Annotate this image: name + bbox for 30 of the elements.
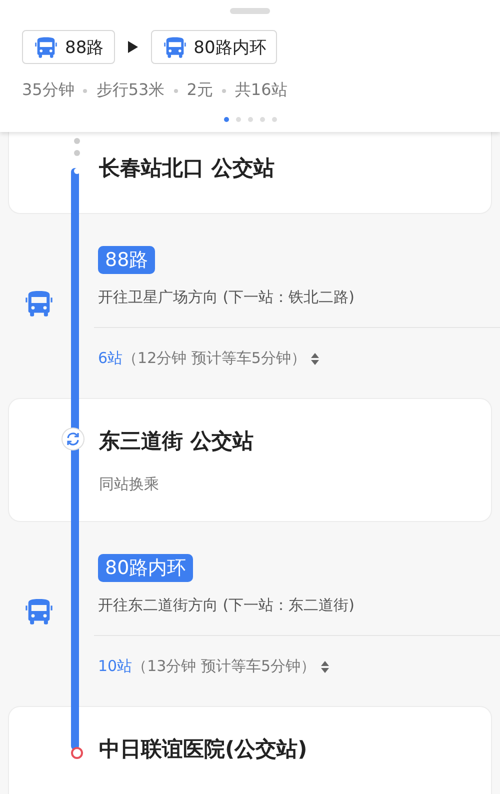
transfer-note: 同站换乘 [99,475,160,494]
page-dot[interactable] [224,117,228,122]
drag-handle[interactable] [230,8,270,14]
direction-text: 开往卫星广场方向 (下一站：铁北二路) [98,288,356,307]
route-stat: 35分钟 [22,80,74,101]
line-badge: 88路 [98,246,156,274]
start-marker [74,168,80,174]
page-dot[interactable] [272,117,276,122]
stop-name: 东三道街 公交站 [99,428,254,455]
direction-text: 开往东二道街方向 (下一站：东二道街) [98,596,356,615]
page-dot[interactable] [236,117,240,122]
end-marker [71,747,83,759]
line-chip[interactable]: 88路 [22,30,115,64]
route-stat: 2元 [186,80,213,101]
stop-count: 6站 [98,349,123,368]
line-chip[interactable]: 80路内环 [150,30,278,64]
route-stat: 步行53米 [96,80,165,101]
line-badge: 80路内环 [98,554,194,582]
stop-name: 中日联谊医院(公交站) [99,736,308,763]
expand-icon[interactable] [310,352,320,366]
expand-icon[interactable] [320,660,330,674]
page-dot[interactable] [248,117,252,122]
stop-count: 10站 [98,657,132,676]
stop-name: 长春站北口 公交站 [99,155,276,182]
ride-duration: （13分钟 预计等车5分钟） [132,657,316,676]
page-dot[interactable] [260,117,264,122]
ride-duration: （12分钟 预计等车5分钟） [122,349,306,368]
route-stat: 共16站 [234,80,288,101]
transfer-icon [61,427,85,451]
arrow-icon [126,40,139,54]
